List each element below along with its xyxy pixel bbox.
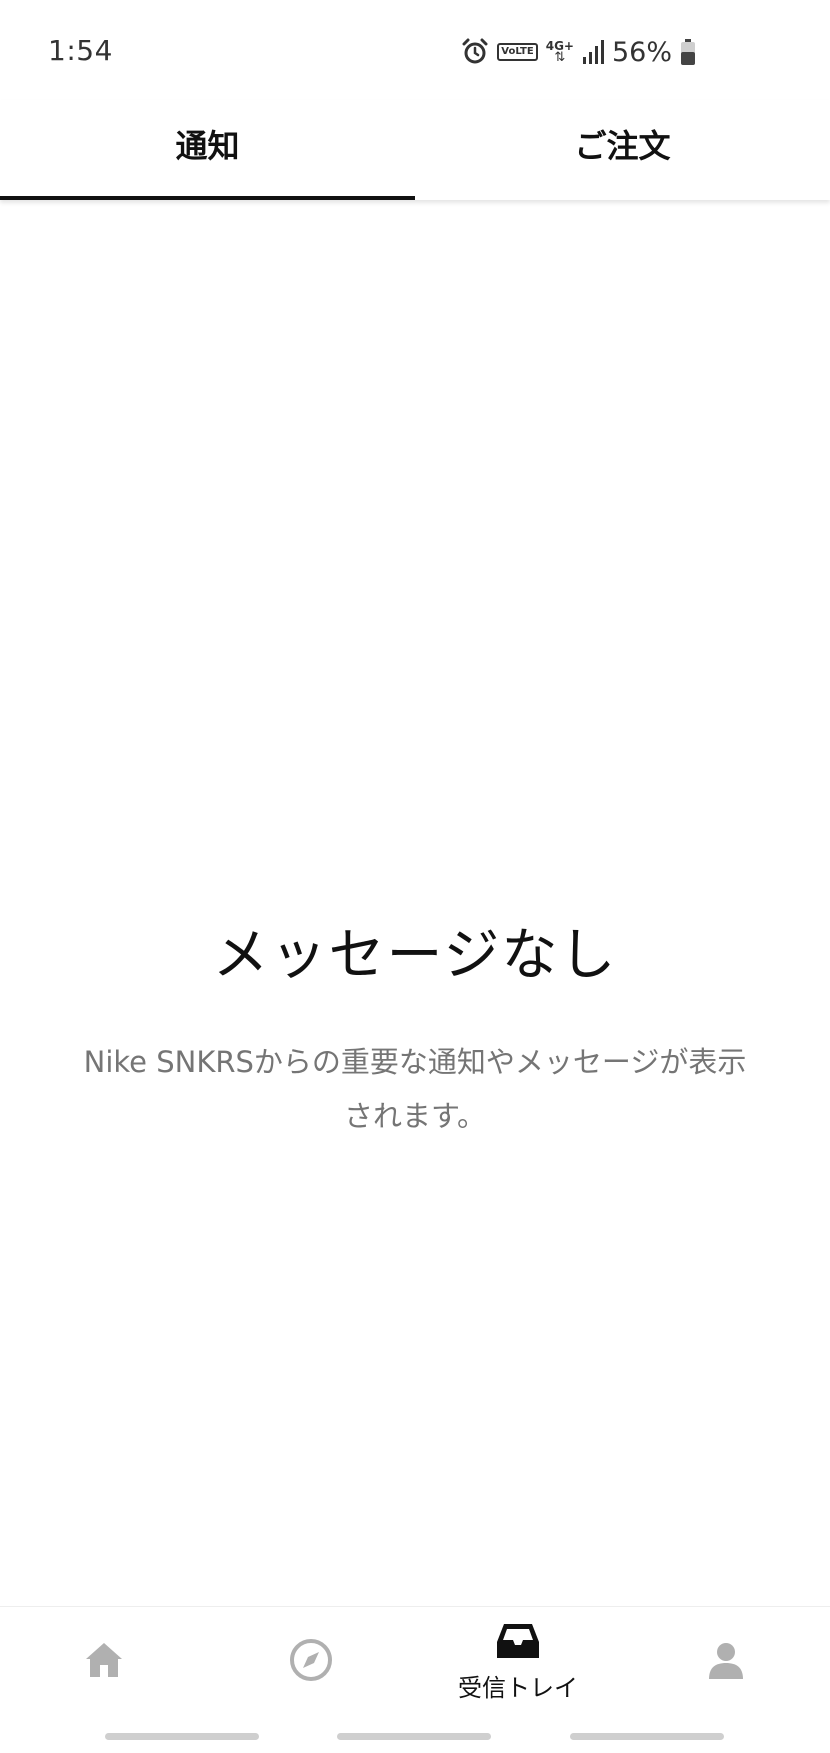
nav-profile-button[interactable]	[622, 1607, 830, 1717]
status-icons: VoLTE 4G+ ⇅ 56%	[461, 34, 696, 70]
volte-label: VoLTE	[497, 43, 538, 61]
nav-home-button[interactable]	[0, 1607, 208, 1717]
tab-notifications-label: 通知	[175, 127, 240, 165]
tab-bar: 通知 ご注文	[0, 100, 830, 200]
bottom-nav: 受信トレイ	[0, 1606, 830, 1753]
nav-indicators	[0, 1733, 830, 1741]
battery-percent: 56%	[611, 36, 672, 68]
tab-notifications[interactable]: 通知	[0, 100, 415, 200]
nav-inbox-button[interactable]: 受信トレイ	[414, 1607, 622, 1717]
empty-state-description: Nike SNKRSからの重要な通知やメッセージが表示されます。	[83, 1045, 747, 1133]
profile-icon	[706, 1640, 746, 1684]
nav-indicator	[570, 1733, 724, 1740]
compass-icon	[289, 1638, 333, 1686]
volte-icon: VoLTE	[497, 43, 538, 61]
tab-orders[interactable]: ご注文	[415, 100, 830, 200]
home-icon	[84, 1641, 124, 1683]
empty-state-title: メッセージなし	[212, 923, 618, 988]
tab-orders-label: ご注文	[574, 127, 671, 165]
nav-inbox-label: 受信トレイ	[458, 1673, 578, 1702]
alarm-icon	[461, 38, 489, 66]
signal-icon	[582, 39, 604, 65]
network-4g-icon: 4G+ ⇅	[546, 40, 574, 64]
empty-state: メッセージなし Nike SNKRSからの重要な通知やメッセージが表示されます。	[0, 910, 830, 1143]
nav-indicator	[105, 1733, 259, 1740]
data-arrows-icon: ⇅	[554, 50, 566, 65]
nav-indicator	[337, 1733, 491, 1740]
status-bar: 1:54 VoLTE 4G+ ⇅ 56%	[0, 0, 830, 100]
inbox-icon	[495, 1622, 541, 1664]
battery-icon	[680, 38, 696, 66]
nav-discover-button[interactable]	[207, 1607, 415, 1717]
status-time: 1:54	[48, 34, 113, 67]
